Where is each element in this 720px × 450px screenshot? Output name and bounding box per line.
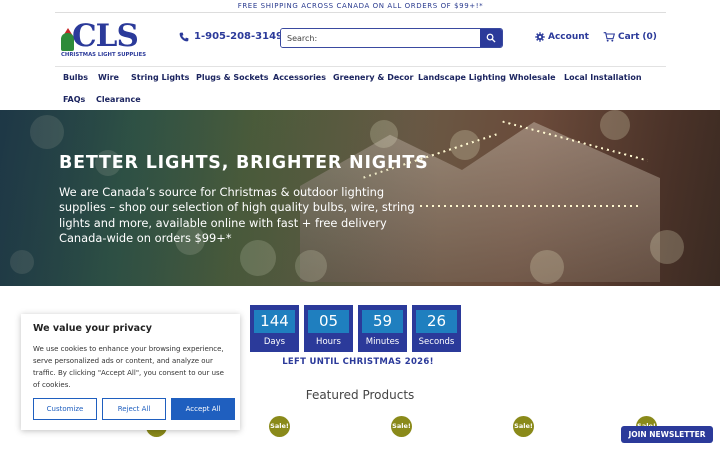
bokeh-light [600, 110, 630, 140]
christmas-countdown: 144 Days 05 Hours 59 Minutes 26 Seconds [250, 305, 461, 352]
featured-products-heading: Featured Products [305, 388, 415, 402]
string-lights-decoration [420, 205, 640, 207]
cart-label: Cart [618, 32, 640, 42]
account-link[interactable]: Account [535, 32, 589, 42]
sale-badge: Sale! [513, 416, 534, 437]
phone-icon [179, 32, 189, 41]
countdown-minutes: 59 Minutes [358, 305, 407, 352]
nav-item-string-lights[interactable]: String Lights [131, 73, 189, 82]
logo-letters: CLS [72, 18, 139, 54]
site-header: CLS CHRISTMAS LIGHT SUPPLIES 1-905-208-3… [55, 14, 666, 67]
nav-item-bulbs[interactable]: Bulbs [63, 73, 88, 82]
nav-item-plugs-sockets[interactable]: Plugs & Sockets [196, 73, 268, 82]
countdown-days: 144 Days [250, 305, 299, 352]
cart-icon [603, 32, 615, 42]
phone-number: 1-905-208-3149 [194, 31, 283, 42]
cookie-consent-dialog: We value your privacy We use cookies to … [21, 314, 240, 430]
nav-item-accessories[interactable]: Accessories [273, 73, 326, 82]
countdown-days-label: Days [263, 337, 286, 347]
countdown-hours: 05 Hours [304, 305, 353, 352]
countdown-seconds-label: Seconds [418, 337, 455, 347]
cart-link[interactable]: Cart (0) [603, 32, 657, 42]
countdown-seconds-value: 26 [416, 310, 457, 333]
search-icon [486, 33, 496, 43]
accept-all-button[interactable]: Accept All [171, 398, 235, 420]
nav-item-wholesale[interactable]: Wholesale [509, 73, 556, 82]
cookie-dialog-body: We use cookies to enhance your browsing … [33, 345, 224, 389]
search-input[interactable] [281, 29, 480, 47]
countdown-days-value: 144 [254, 310, 295, 333]
account-label: Account [548, 32, 589, 42]
hero-title: BETTER LIGHTS, BRIGHTER NIGHTS [59, 153, 429, 173]
countdown-minutes-label: Minutes [365, 337, 400, 347]
phone-link[interactable]: 1-905-208-3149 [179, 31, 283, 42]
nav-item-greenery-decor[interactable]: Greenery & Decor [333, 73, 413, 82]
sale-badge: Sale! [391, 416, 412, 437]
hero-description: We are Canada’s source for Christmas & o… [59, 185, 415, 245]
nav-item-faqs[interactable]: FAQs [63, 95, 85, 104]
gear-icon [535, 32, 545, 42]
bokeh-light [650, 230, 684, 264]
reject-all-button[interactable]: Reject All [102, 398, 166, 420]
shipping-banner: FREE SHIPPING ACROSS CANADA ON ALL ORDER… [55, 0, 666, 13]
cart-count: (0) [642, 32, 657, 42]
search-button[interactable] [480, 29, 502, 47]
site-logo[interactable]: CLS CHRISTMAS LIGHT SUPPLIES [61, 18, 153, 62]
countdown-caption: LEFT UNTIL CHRISTMAS 2026! [282, 357, 434, 367]
hero-banner: BETTER LIGHTS, BRIGHTER NIGHTS We are Ca… [0, 110, 720, 286]
countdown-hours-value: 05 [308, 310, 349, 333]
countdown-seconds: 26 Seconds [412, 305, 461, 352]
bokeh-light [530, 250, 564, 284]
nav-item-landscape-lighting[interactable]: Landscape Lighting [418, 73, 506, 82]
cookie-dialog-title: We value your privacy [33, 323, 152, 334]
nav-item-local-installation[interactable]: Local Installation [564, 73, 642, 82]
cookie-dialog-actions: Customize Reject All Accept All [33, 398, 235, 420]
countdown-minutes-value: 59 [362, 310, 403, 333]
nav-item-clearance[interactable]: Clearance [96, 95, 141, 104]
sale-badge: Sale! [269, 416, 290, 437]
customize-button[interactable]: Customize [33, 398, 97, 420]
countdown-hours-label: Hours [316, 337, 341, 347]
nav-item-wire[interactable]: Wire [98, 73, 119, 82]
logo-subtitle: CHRISTMAS LIGHT SUPPLIES [61, 52, 147, 58]
join-newsletter-button[interactable]: JOIN NEWSLETTER [621, 426, 713, 443]
search-bar [280, 28, 503, 48]
